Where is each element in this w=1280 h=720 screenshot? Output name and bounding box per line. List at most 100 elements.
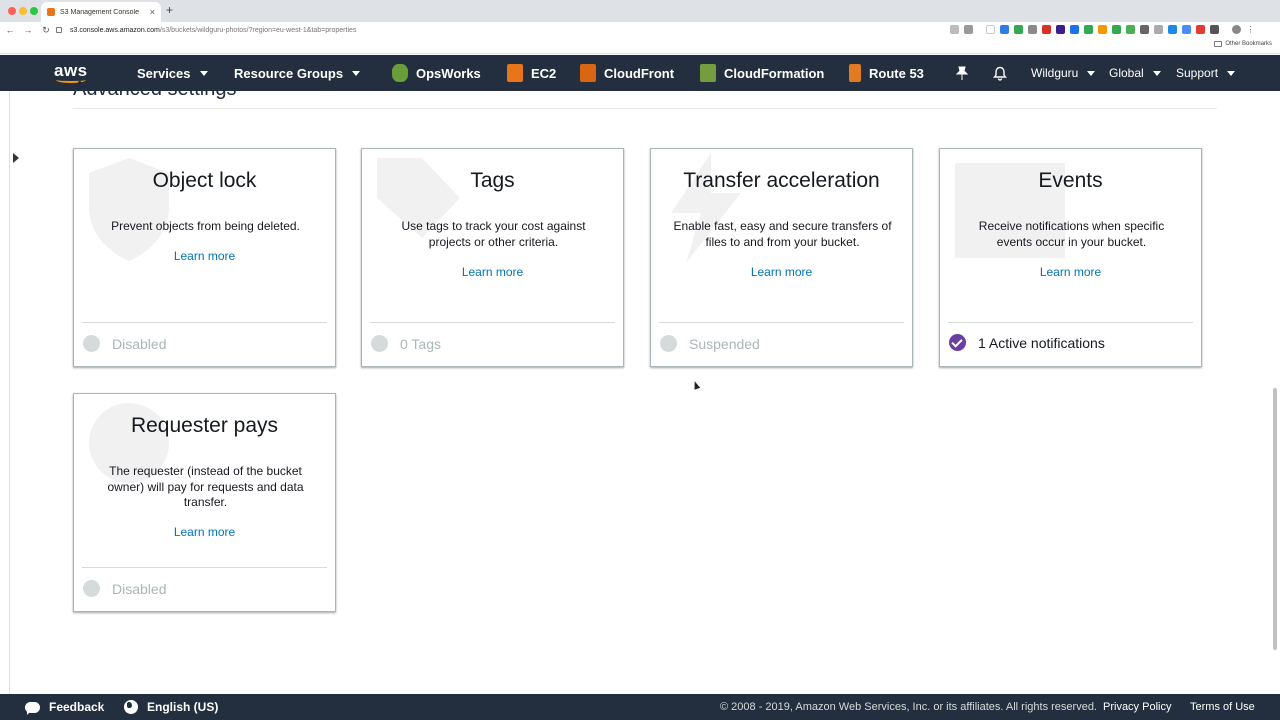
learn-more-text[interactable]: Learn more — [174, 249, 235, 263]
extension-icons: ⋮ — [950, 25, 1255, 34]
copyright-text: © 2008 - 2019, Amazon Web Services, Inc.… — [720, 701, 1097, 713]
extension-icon[interactable] — [1182, 25, 1191, 34]
extension-icon[interactable] — [1070, 25, 1079, 34]
learn-more-link: Learn more — [362, 265, 623, 279]
s3-favicon-icon — [47, 8, 55, 16]
extension-icon[interactable] — [1042, 25, 1051, 34]
pin-icon — [956, 66, 968, 80]
chevron-down-icon — [199, 70, 208, 76]
support-menu[interactable]: Support — [1176, 55, 1236, 91]
minimize-window-icon[interactable] — [19, 7, 27, 15]
ec2-shortcut[interactable]: EC2 — [507, 55, 556, 91]
language-label: English (US) — [147, 700, 219, 714]
extension-icon[interactable] — [1000, 25, 1009, 34]
console-footer: Feedback English (US) © 2008 - 2019, Ama… — [0, 694, 1280, 720]
pin-button[interactable] — [956, 55, 968, 91]
extension-icon[interactable] — [1098, 25, 1107, 34]
reload-button[interactable]: ↻ — [38, 25, 54, 36]
card-description: Prevent objects from being deleted. — [111, 219, 300, 233]
check-circle-icon — [949, 334, 966, 351]
learn-more-link: Learn more — [74, 249, 335, 263]
learn-more-text[interactable]: Learn more — [462, 265, 523, 279]
status-text: 0 Tags — [400, 335, 441, 352]
resource-groups-label: Resource Groups — [234, 65, 344, 81]
card-requester-pays[interactable]: Requester pays The requester (instead of… — [73, 393, 336, 612]
card-status: Disabled — [83, 335, 166, 352]
learn-more-text[interactable]: Learn more — [1040, 265, 1101, 279]
page-scrollbar[interactable] — [1273, 388, 1277, 650]
browser-tab[interactable]: S3 Management Console × — [41, 2, 161, 22]
star-icon[interactable] — [964, 25, 973, 34]
opsworks-shortcut[interactable]: OpsWorks — [392, 55, 481, 91]
learn-more-text[interactable]: Learn more — [751, 265, 812, 279]
browser-tab-bar: S3 Management Console × + — [0, 0, 1280, 22]
extension-icon[interactable] — [1168, 25, 1177, 34]
forward-button[interactable]: → — [20, 25, 36, 35]
globe-icon — [124, 700, 138, 714]
card-description: Receive notifications when specific even… — [978, 219, 1165, 249]
section-divider — [73, 108, 1217, 109]
status-text: Disabled — [112, 335, 167, 352]
cloudfront-shortcut[interactable]: CloudFront — [580, 55, 674, 91]
close-window-icon[interactable] — [8, 7, 16, 15]
cloudformation-shortcut[interactable]: CloudFormation — [700, 55, 824, 91]
back-button[interactable]: ← — [2, 25, 18, 35]
profile-avatar[interactable] — [1232, 25, 1241, 34]
card-status: Suspended — [660, 335, 760, 352]
region-label: Global — [1109, 66, 1144, 80]
learn-more-link: Learn more — [74, 525, 335, 539]
url-host: s3.console.aws.amazon.com — [70, 26, 160, 34]
route53-shortcut[interactable]: Route 53 — [849, 55, 924, 91]
new-tab-button[interactable]: + — [166, 3, 173, 17]
account-menu[interactable]: Wildguru — [1031, 55, 1096, 91]
card-description: The requester (instead of the bucket own… — [107, 464, 304, 509]
language-selector[interactable]: English (US) — [124, 694, 218, 720]
extension-icon[interactable] — [1112, 25, 1121, 34]
learn-more-link: Learn more — [651, 265, 912, 279]
card-divider — [948, 322, 1193, 323]
address-bar[interactable]: s3.console.aws.amazon.com /s3/buckets/wi… — [56, 23, 976, 37]
card-title: Events — [1038, 169, 1103, 192]
tab-title: S3 Management Console — [60, 8, 139, 16]
extension-icon[interactable] — [1140, 25, 1149, 34]
extension-icon[interactable] — [1154, 25, 1163, 34]
maximize-window-icon[interactable] — [30, 7, 38, 15]
other-bookmarks[interactable]: Other Bookmarks — [1214, 41, 1272, 47]
extension-icon[interactable] — [1196, 25, 1205, 34]
resource-groups-menu[interactable]: Resource Groups — [234, 55, 361, 91]
extension-icon[interactable] — [1210, 25, 1219, 34]
extension-icon[interactable] — [1126, 25, 1135, 34]
extension-icon[interactable] — [1056, 25, 1065, 34]
learn-more-text[interactable]: Learn more — [174, 525, 235, 539]
card-title: Object lock — [152, 169, 257, 192]
notifications-button[interactable] — [993, 55, 1007, 91]
speech-bubble-icon — [25, 701, 40, 715]
privacy-policy-link[interactable]: Privacy Policy — [1103, 694, 1171, 720]
url-path: /s3/buckets/wildguru-photos/?region=eu-w… — [159, 26, 357, 34]
zoom-icon[interactable] — [950, 25, 959, 34]
card-title: Transfer acceleration — [683, 169, 880, 192]
feedback-button[interactable]: Feedback — [25, 694, 104, 720]
tab-close-icon[interactable]: × — [150, 7, 155, 17]
extension-icon[interactable] — [1084, 25, 1093, 34]
terms-of-use-link[interactable]: Terms of Use — [1190, 694, 1255, 720]
card-tags[interactable]: Tags Use tags to track your cost against… — [361, 148, 624, 367]
mouse-cursor — [691, 380, 701, 390]
support-label: Support — [1176, 66, 1219, 80]
card-title: Tags — [470, 169, 515, 192]
status-disabled-icon — [371, 335, 388, 352]
region-menu[interactable]: Global — [1109, 55, 1161, 91]
expand-sidebar-icon[interactable] — [13, 153, 19, 163]
lock-icon — [56, 27, 62, 33]
extension-icon[interactable] — [986, 25, 995, 34]
card-transfer-acceleration[interactable]: Transfer acceleration Enable fast, easy … — [650, 148, 913, 367]
account-label: Wildguru — [1031, 66, 1079, 80]
menu-icon[interactable]: ⋮ — [1246, 25, 1255, 34]
ec2-icon — [507, 64, 523, 82]
opsworks-icon — [392, 64, 408, 82]
extension-icon[interactable] — [1014, 25, 1023, 34]
card-events[interactable]: Events Receive notifications when specif… — [939, 148, 1202, 367]
extension-icon[interactable] — [1028, 25, 1037, 34]
bookmarks-bar: Other Bookmarks — [0, 38, 1280, 54]
card-object-lock[interactable]: Object lock Prevent objects from being d… — [73, 148, 336, 367]
